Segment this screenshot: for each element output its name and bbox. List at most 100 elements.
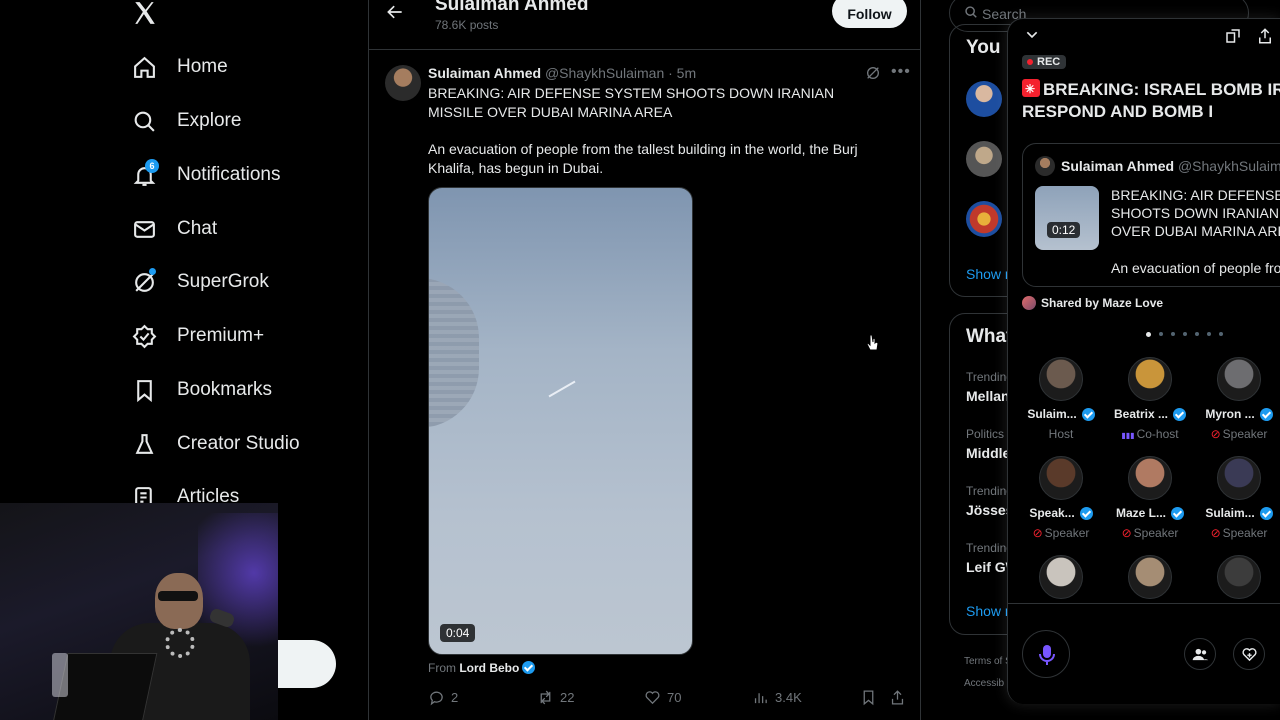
missile-streak — [548, 380, 576, 398]
more-options-icon[interactable]: ••• — [891, 63, 911, 81]
nav-explore[interactable]: Explore — [132, 101, 241, 141]
reply-button[interactable]: 2 — [428, 689, 458, 706]
record-dot-icon — [1027, 59, 1033, 65]
mail-icon — [134, 220, 155, 238]
grok-icon[interactable] — [865, 65, 881, 81]
trend-category: Trending — [966, 484, 1013, 498]
participant-name: Maze L... — [1115, 506, 1166, 520]
avatar[interactable] — [966, 201, 1002, 237]
post-button[interactable] — [278, 640, 336, 688]
pinned-post-card[interactable]: Sulaiman Ahmed @ShaykhSulaiman 0:12 BREA… — [1022, 143, 1280, 287]
footer-terms-link[interactable]: Terms of S — [964, 656, 1012, 667]
microphone-button[interactable] — [1022, 630, 1070, 678]
rec-label: REC — [1037, 56, 1061, 68]
heart-plus-icon — [1242, 648, 1257, 662]
avatar — [1128, 555, 1172, 599]
tweet-text-paragraph: BREAKING: AIR DEFENSE SYSTEM SHOOTS DOWN… — [428, 85, 835, 120]
repost-button[interactable]: 22 — [537, 689, 574, 706]
participant-name: Sulaim... — [1027, 407, 1077, 421]
nav-label: Creator Studio — [177, 433, 300, 454]
avatar[interactable] — [966, 81, 1002, 117]
siren-icon — [1022, 78, 1040, 100]
participant-name: Myron ... — [1205, 407, 1255, 421]
share-button[interactable] — [889, 689, 906, 706]
react-button[interactable] — [1233, 638, 1265, 670]
avatar — [1022, 296, 1036, 310]
flask-icon — [135, 433, 154, 454]
card-title: What — [966, 326, 1013, 347]
trend-name[interactable]: Middle — [966, 445, 1010, 461]
share-icon — [891, 690, 904, 705]
verified-badge-icon — [1081, 407, 1095, 421]
nav-notifications[interactable]: 6 Notifications — [132, 155, 281, 195]
tweet-actions: 2 22 70 3.4K — [428, 689, 908, 709]
x-logo-icon[interactable] — [132, 0, 158, 26]
microphone-icon — [1039, 645, 1055, 665]
participant-role-label: Speaker — [1044, 526, 1090, 540]
nav-bookmarks[interactable]: Bookmarks — [132, 370, 272, 410]
tweet-time[interactable]: · 5m — [668, 65, 696, 81]
analytics-icon — [754, 693, 767, 704]
nav-supergrok[interactable]: SuperGrok — [132, 262, 269, 302]
participant-role-label: Host — [1048, 427, 1074, 441]
pinned-post-text: An evacuation of people fro — [1111, 260, 1280, 276]
participant[interactable]: Myron ... ⊘ Speaker — [1194, 357, 1280, 441]
participant[interactable]: Sulaim... ⊘ Speaker — [1194, 456, 1280, 540]
participant[interactable]: Sulaim... Host — [1016, 357, 1106, 441]
profile-name: Sulaiman Ahmed — [435, 0, 589, 15]
nav-premium[interactable]: Premium+ — [132, 316, 264, 356]
avatar — [1217, 456, 1261, 500]
back-arrow-icon[interactable] — [385, 2, 405, 22]
participant[interactable] — [1016, 555, 1106, 599]
like-button[interactable]: 70 — [644, 689, 681, 706]
avatar[interactable] — [385, 65, 421, 101]
participant[interactable] — [1105, 555, 1195, 599]
video-thumbnail[interactable]: 0:12 — [1035, 186, 1099, 250]
author-name[interactable]: Sulaiman Ahmed — [428, 65, 541, 81]
people-button[interactable] — [1184, 638, 1216, 670]
mouse-pointer-icon — [866, 334, 879, 351]
views-button[interactable]: 3.4K — [752, 689, 802, 706]
new-dot-badge — [149, 268, 156, 275]
avatar — [1039, 456, 1083, 500]
verified-badge-icon — [1171, 506, 1184, 520]
tweet-video[interactable]: 0:04 — [428, 187, 693, 655]
participant[interactable]: Beatrix ... ▮▮▮ Co-host — [1105, 357, 1195, 441]
participant-role: ⊘ Speaker — [1194, 526, 1280, 540]
bookmark-icon — [863, 690, 874, 706]
shared-by-label: Shared by Maze Love — [1022, 296, 1163, 310]
profile-header-bar: Sulaiman Ahmed 78.6K posts Follow — [369, 0, 920, 50]
avatar — [1039, 555, 1083, 599]
mic-muted-icon: ⊘ — [1210, 526, 1221, 540]
participant-role: ⊘ Speaker — [1194, 427, 1280, 441]
footer-accessibility-link[interactable]: Accessib — [964, 678, 1004, 689]
avatar[interactable] — [966, 141, 1002, 177]
profile-post-count: 78.6K posts — [435, 18, 499, 32]
author-name: Sulaiman Ahmed — [1061, 158, 1175, 174]
participant-role: ▮▮▮ Co-host — [1105, 427, 1195, 441]
chevron-down-icon[interactable] — [1024, 27, 1040, 43]
nav-label: Chat — [177, 218, 218, 239]
space-controls — [1008, 603, 1280, 704]
like-count: 70 — [667, 690, 682, 705]
carousel-pagination[interactable] — [1146, 332, 1223, 337]
bookmark-button[interactable] — [860, 689, 877, 706]
nav-chat[interactable]: Chat — [132, 209, 217, 249]
from-account[interactable]: Lord Bebo — [459, 661, 519, 675]
home-icon — [134, 56, 155, 78]
reply-count: 2 — [451, 690, 459, 705]
follow-button[interactable]: Follow — [832, 0, 907, 28]
share-icon[interactable] — [1256, 27, 1274, 45]
dock-icon[interactable] — [1224, 27, 1242, 45]
participant-role-label: Speaker — [1222, 526, 1268, 540]
nav-home[interactable]: Home — [132, 47, 228, 87]
author-handle[interactable]: @ShaykhSulaiman — [545, 65, 664, 81]
participant-role: ⊘ Speaker — [1105, 526, 1195, 540]
participant[interactable]: Speak... ⊘ Speaker — [1016, 456, 1106, 540]
participant[interactable] — [1194, 555, 1280, 599]
author-handle: @ShaykhSulaiman — [1177, 158, 1280, 174]
participant[interactable]: Maze L... ⊘ Speaker — [1105, 456, 1195, 540]
nav-creator-studio[interactable]: Creator Studio — [132, 424, 300, 464]
space-title-text: BREAKING: ISRAEL BOMB IRAN RESPOND AND B… — [1022, 80, 1280, 121]
trend-name[interactable]: Mellan — [966, 388, 1010, 404]
